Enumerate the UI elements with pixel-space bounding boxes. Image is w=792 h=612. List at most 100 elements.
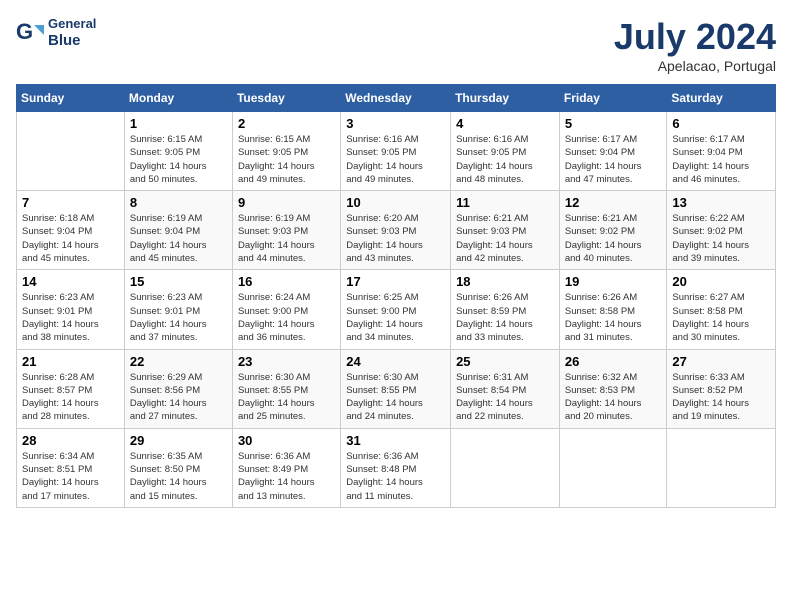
day-number: 2 xyxy=(238,116,335,131)
page-header: G General Blue July 2024 Apelacao, Portu… xyxy=(16,16,776,74)
logo-line2: Blue xyxy=(48,32,96,50)
day-cell: 25 Sunrise: 6:31 AM Sunset: 8:54 PM Dayli… xyxy=(451,349,560,428)
day-cell: 22 Sunrise: 6:29 AM Sunset: 8:56 PM Dayli… xyxy=(124,349,232,428)
day-cell xyxy=(667,428,776,507)
day-number: 8 xyxy=(130,195,227,210)
day-number: 18 xyxy=(456,274,554,289)
day-cell: 15 Sunrise: 6:23 AM Sunset: 9:01 PM Dayli… xyxy=(124,270,232,349)
day-number: 29 xyxy=(130,433,227,448)
day-cell: 6 Sunrise: 6:17 AM Sunset: 9:04 PM Daylig… xyxy=(667,112,776,191)
day-number: 15 xyxy=(130,274,227,289)
day-info: Sunrise: 6:26 AM Sunset: 8:58 PM Dayligh… xyxy=(565,291,662,344)
day-number: 3 xyxy=(346,116,445,131)
day-number: 1 xyxy=(130,116,227,131)
day-cell: 31Sunrise: 6:36 AM Sunset: 8:48 PM Dayli… xyxy=(341,428,451,507)
header-cell-thursday: Thursday xyxy=(451,85,560,112)
day-cell: 10 Sunrise: 6:20 AM Sunset: 9:03 PM Dayli… xyxy=(341,191,451,270)
day-number: 10 xyxy=(346,195,445,210)
day-cell: 26 Sunrise: 6:32 AM Sunset: 8:53 PM Dayli… xyxy=(559,349,667,428)
day-info: Sunrise: 6:26 AM Sunset: 8:59 PM Dayligh… xyxy=(456,291,554,344)
logo-icon: G xyxy=(16,19,44,47)
day-number: 30 xyxy=(238,433,335,448)
day-info: Sunrise: 6:31 AM Sunset: 8:54 PM Dayligh… xyxy=(456,371,554,424)
day-cell: 19Sunrise: 6:26 AM Sunset: 8:58 PM Dayli… xyxy=(559,270,667,349)
day-number: 26 xyxy=(565,354,662,369)
day-number: 16 xyxy=(238,274,335,289)
day-number: 14 xyxy=(22,274,119,289)
day-cell: 24Sunrise: 6:30 AM Sunset: 8:55 PM Dayli… xyxy=(341,349,451,428)
day-info: Sunrise: 6:15 AM Sunset: 9:05 PM Dayligh… xyxy=(130,133,227,186)
day-info: Sunrise: 6:19 AM Sunset: 9:04 PM Dayligh… xyxy=(130,212,227,265)
calendar-header: SundayMondayTuesdayWednesdayThursdayFrid… xyxy=(17,85,776,112)
calendar-body: 1 Sunrise: 6:15 AM Sunset: 9:05 PM Daylig… xyxy=(17,112,776,508)
day-cell: 29Sunrise: 6:35 AM Sunset: 8:50 PM Dayli… xyxy=(124,428,232,507)
day-number: 5 xyxy=(565,116,662,131)
day-number: 20 xyxy=(672,274,770,289)
day-cell: 7Sunrise: 6:18 AM Sunset: 9:04 PM Daylig… xyxy=(17,191,125,270)
day-info: Sunrise: 6:23 AM Sunset: 9:01 PM Dayligh… xyxy=(130,291,227,344)
day-number: 9 xyxy=(238,195,335,210)
day-cell: 12 Sunrise: 6:21 AM Sunset: 9:02 PM Dayli… xyxy=(559,191,667,270)
day-cell: 27 Sunrise: 6:33 AM Sunset: 8:52 PM Dayli… xyxy=(667,349,776,428)
day-number: 27 xyxy=(672,354,770,369)
day-cell: 18 Sunrise: 6:26 AM Sunset: 8:59 PM Dayli… xyxy=(451,270,560,349)
day-info: Sunrise: 6:19 AM Sunset: 9:03 PM Dayligh… xyxy=(238,212,335,265)
calendar-table: SundayMondayTuesdayWednesdayThursdayFrid… xyxy=(16,84,776,508)
day-number: 28 xyxy=(22,433,119,448)
day-number: 22 xyxy=(130,354,227,369)
day-cell: 14 Sunrise: 6:23 AM Sunset: 9:01 PM Dayli… xyxy=(17,270,125,349)
day-cell: 8 Sunrise: 6:19 AM Sunset: 9:04 PM Daylig… xyxy=(124,191,232,270)
week-row-4: 21 Sunrise: 6:28 AM Sunset: 8:57 PM Dayli… xyxy=(17,349,776,428)
day-info: Sunrise: 6:22 AM Sunset: 9:02 PM Dayligh… xyxy=(672,212,770,265)
day-info: Sunrise: 6:33 AM Sunset: 8:52 PM Dayligh… xyxy=(672,371,770,424)
day-number: 7 xyxy=(22,195,119,210)
header-cell-friday: Friday xyxy=(559,85,667,112)
day-info: Sunrise: 6:32 AM Sunset: 8:53 PM Dayligh… xyxy=(565,371,662,424)
day-cell xyxy=(559,428,667,507)
day-number: 17 xyxy=(346,274,445,289)
header-cell-sunday: Sunday xyxy=(17,85,125,112)
day-cell: 13 Sunrise: 6:22 AM Sunset: 9:02 PM Dayli… xyxy=(667,191,776,270)
day-info: Sunrise: 6:20 AM Sunset: 9:03 PM Dayligh… xyxy=(346,212,445,265)
logo-text: General Blue xyxy=(48,16,96,50)
day-info: Sunrise: 6:17 AM Sunset: 9:04 PM Dayligh… xyxy=(565,133,662,186)
day-cell: 5 Sunrise: 6:17 AM Sunset: 9:04 PM Daylig… xyxy=(559,112,667,191)
day-number: 6 xyxy=(672,116,770,131)
day-info: Sunrise: 6:24 AM Sunset: 9:00 PM Dayligh… xyxy=(238,291,335,344)
day-info: Sunrise: 6:21 AM Sunset: 9:02 PM Dayligh… xyxy=(565,212,662,265)
day-cell xyxy=(451,428,560,507)
title-block: July 2024 Apelacao, Portugal xyxy=(614,16,776,74)
day-info: Sunrise: 6:16 AM Sunset: 9:05 PM Dayligh… xyxy=(346,133,445,186)
day-info: Sunrise: 6:34 AM Sunset: 8:51 PM Dayligh… xyxy=(22,450,119,503)
day-cell: 23Sunrise: 6:30 AM Sunset: 8:55 PM Dayli… xyxy=(232,349,340,428)
day-number: 25 xyxy=(456,354,554,369)
day-info: Sunrise: 6:30 AM Sunset: 8:55 PM Dayligh… xyxy=(346,371,445,424)
day-number: 13 xyxy=(672,195,770,210)
day-number: 31 xyxy=(346,433,445,448)
header-cell-tuesday: Tuesday xyxy=(232,85,340,112)
day-info: Sunrise: 6:29 AM Sunset: 8:56 PM Dayligh… xyxy=(130,371,227,424)
day-cell: 20 Sunrise: 6:27 AM Sunset: 8:58 PM Dayli… xyxy=(667,270,776,349)
day-number: 11 xyxy=(456,195,554,210)
day-info: Sunrise: 6:28 AM Sunset: 8:57 PM Dayligh… xyxy=(22,371,119,424)
day-info: Sunrise: 6:23 AM Sunset: 9:01 PM Dayligh… xyxy=(22,291,119,344)
day-cell: 1 Sunrise: 6:15 AM Sunset: 9:05 PM Daylig… xyxy=(124,112,232,191)
day-info: Sunrise: 6:17 AM Sunset: 9:04 PM Dayligh… xyxy=(672,133,770,186)
svg-text:G: G xyxy=(16,19,33,44)
day-cell: 4Sunrise: 6:16 AM Sunset: 9:05 PM Daylig… xyxy=(451,112,560,191)
day-info: Sunrise: 6:30 AM Sunset: 8:55 PM Dayligh… xyxy=(238,371,335,424)
day-info: Sunrise: 6:21 AM Sunset: 9:03 PM Dayligh… xyxy=(456,212,554,265)
day-info: Sunrise: 6:27 AM Sunset: 8:58 PM Dayligh… xyxy=(672,291,770,344)
day-number: 12 xyxy=(565,195,662,210)
week-row-3: 14 Sunrise: 6:23 AM Sunset: 9:01 PM Dayli… xyxy=(17,270,776,349)
day-cell xyxy=(17,112,125,191)
day-number: 21 xyxy=(22,354,119,369)
month-year-title: July 2024 xyxy=(614,16,776,58)
day-cell: 21 Sunrise: 6:28 AM Sunset: 8:57 PM Dayli… xyxy=(17,349,125,428)
week-row-1: 1 Sunrise: 6:15 AM Sunset: 9:05 PM Daylig… xyxy=(17,112,776,191)
day-cell: 11 Sunrise: 6:21 AM Sunset: 9:03 PM Dayli… xyxy=(451,191,560,270)
day-info: Sunrise: 6:16 AM Sunset: 9:05 PM Dayligh… xyxy=(456,133,554,186)
header-cell-saturday: Saturday xyxy=(667,85,776,112)
header-cell-monday: Monday xyxy=(124,85,232,112)
day-cell: 9 Sunrise: 6:19 AM Sunset: 9:03 PM Daylig… xyxy=(232,191,340,270)
